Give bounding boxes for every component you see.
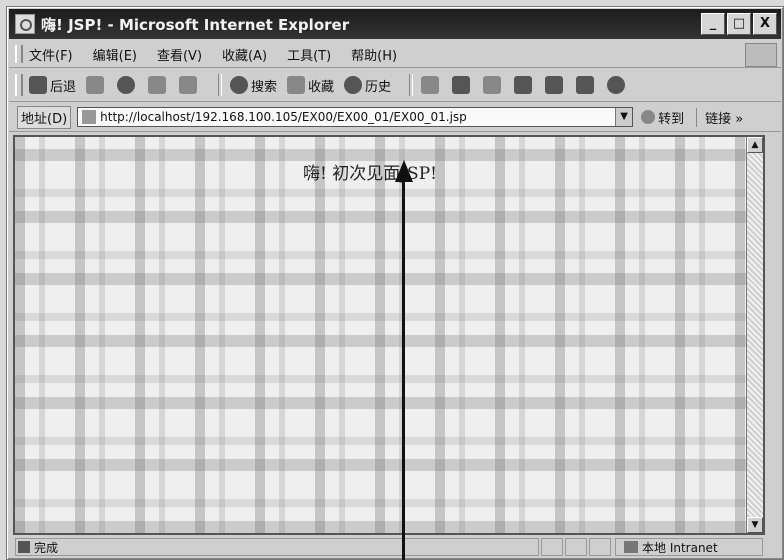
messenger-icon xyxy=(545,76,564,94)
go-button[interactable]: 转到 xyxy=(641,108,684,127)
status-cell-2 xyxy=(565,538,587,556)
forward-arrow-icon xyxy=(86,76,105,94)
forward-button[interactable] xyxy=(86,76,107,94)
security-zone: 本地 Intranet xyxy=(615,538,763,556)
status-bar: 完成 本地 Intranet xyxy=(9,537,781,557)
discuss-button[interactable] xyxy=(514,76,535,94)
messenger-button[interactable] xyxy=(545,76,566,94)
back-arrow-icon xyxy=(29,76,47,94)
mail-button[interactable] xyxy=(421,76,442,94)
status-cell-3 xyxy=(589,538,611,556)
menu-file[interactable]: 文件(F) xyxy=(29,45,73,64)
back-button[interactable]: 后退 xyxy=(29,76,76,95)
menu-tools[interactable]: 工具(T) xyxy=(287,45,331,64)
address-input[interactable]: http://localhost/192.168.100.105/EX00/EX… xyxy=(77,107,634,127)
favorites-label: 收藏 xyxy=(308,79,335,95)
edit-button[interactable] xyxy=(483,76,504,94)
greeting-text: 嗨! 初次见面JSP! xyxy=(303,164,437,184)
research-button[interactable] xyxy=(576,76,597,94)
search-button[interactable]: 搜索 xyxy=(230,76,277,95)
search-icon xyxy=(230,76,249,94)
print-icon xyxy=(452,76,471,94)
vertical-scrollbar[interactable]: ▲ ▼ xyxy=(746,137,763,533)
annotation-pointer-line xyxy=(402,180,405,560)
status-cell-1 xyxy=(541,538,563,556)
window-title: 嗨! JSP! - Microsoft Internet Explorer xyxy=(41,15,350,34)
stop-button[interactable] xyxy=(117,76,138,94)
print-button[interactable] xyxy=(452,76,473,94)
links-button[interactable]: 链接 » xyxy=(696,107,743,127)
standard-toolbar: 后退 搜索 收藏 历史 xyxy=(9,69,781,102)
address-bar: 地址(D) http://localhost/192.168.100.105/E… xyxy=(9,103,781,132)
title-bar[interactable]: 嗨! JSP! - Microsoft Internet Explorer _ … xyxy=(9,9,781,39)
browser-window: 嗨! JSP! - Microsoft Internet Explorer _ … xyxy=(6,6,784,560)
stop-icon xyxy=(117,76,136,94)
menu-help[interactable]: 帮助(H) xyxy=(351,45,397,64)
toolbar-grip[interactable] xyxy=(15,74,23,96)
research-icon xyxy=(576,76,595,94)
refresh-icon xyxy=(148,76,167,94)
media-button[interactable] xyxy=(607,76,628,94)
menu-edit[interactable]: 编辑(E) xyxy=(93,45,137,64)
scroll-down-icon[interactable]: ▼ xyxy=(747,517,763,533)
menu-favorites[interactable]: 收藏(A) xyxy=(222,45,267,64)
ie-icon xyxy=(15,14,35,34)
toolbar-separator xyxy=(218,74,223,96)
intranet-zone-icon xyxy=(624,541,638,553)
address-label: 地址(D) xyxy=(17,105,72,129)
page-icon xyxy=(82,110,97,124)
history-button[interactable]: 历史 xyxy=(344,76,391,95)
search-label: 搜索 xyxy=(251,79,278,95)
history-icon xyxy=(344,76,363,94)
menu-grip[interactable] xyxy=(15,45,23,63)
address-dropdown-icon[interactable]: ▼ xyxy=(615,108,633,126)
windows-logo-icon xyxy=(745,43,777,67)
media-icon xyxy=(607,76,626,94)
history-label: 历史 xyxy=(365,79,392,95)
status-text: 完成 xyxy=(34,540,59,555)
zone-text: 本地 Intranet xyxy=(642,540,718,555)
mail-icon xyxy=(421,76,440,94)
address-url[interactable]: http://localhost/192.168.100.105/EX00/EX… xyxy=(100,110,467,124)
minimize-button[interactable]: _ xyxy=(701,13,725,35)
favorites-button[interactable]: 收藏 xyxy=(287,76,334,95)
go-arrow-icon xyxy=(641,110,656,124)
refresh-button[interactable] xyxy=(148,76,169,94)
toolbar-separator-2 xyxy=(409,74,414,96)
edit-icon xyxy=(483,76,502,94)
maximize-button[interactable]: □ xyxy=(727,13,751,35)
status-message: 完成 xyxy=(15,538,539,556)
annotation-arrow-icon xyxy=(395,160,413,182)
go-label: 转到 xyxy=(658,111,685,127)
menu-view[interactable]: 查看(V) xyxy=(157,45,202,64)
done-page-icon xyxy=(18,541,30,553)
discuss-icon xyxy=(514,76,533,94)
close-button[interactable]: X xyxy=(753,13,777,35)
page-content: 嗨! 初次见面JSP! ▲ ▼ xyxy=(13,135,765,535)
menu-bar: 文件(F) 编辑(E) 查看(V) 收藏(A) 工具(T) 帮助(H) xyxy=(9,41,781,68)
favorites-icon xyxy=(287,76,306,94)
home-icon xyxy=(179,76,198,94)
back-label: 后退 xyxy=(50,79,77,95)
home-button[interactable] xyxy=(179,76,200,94)
scroll-up-icon[interactable]: ▲ xyxy=(747,137,763,153)
window-controls: _ □ X xyxy=(701,13,777,35)
